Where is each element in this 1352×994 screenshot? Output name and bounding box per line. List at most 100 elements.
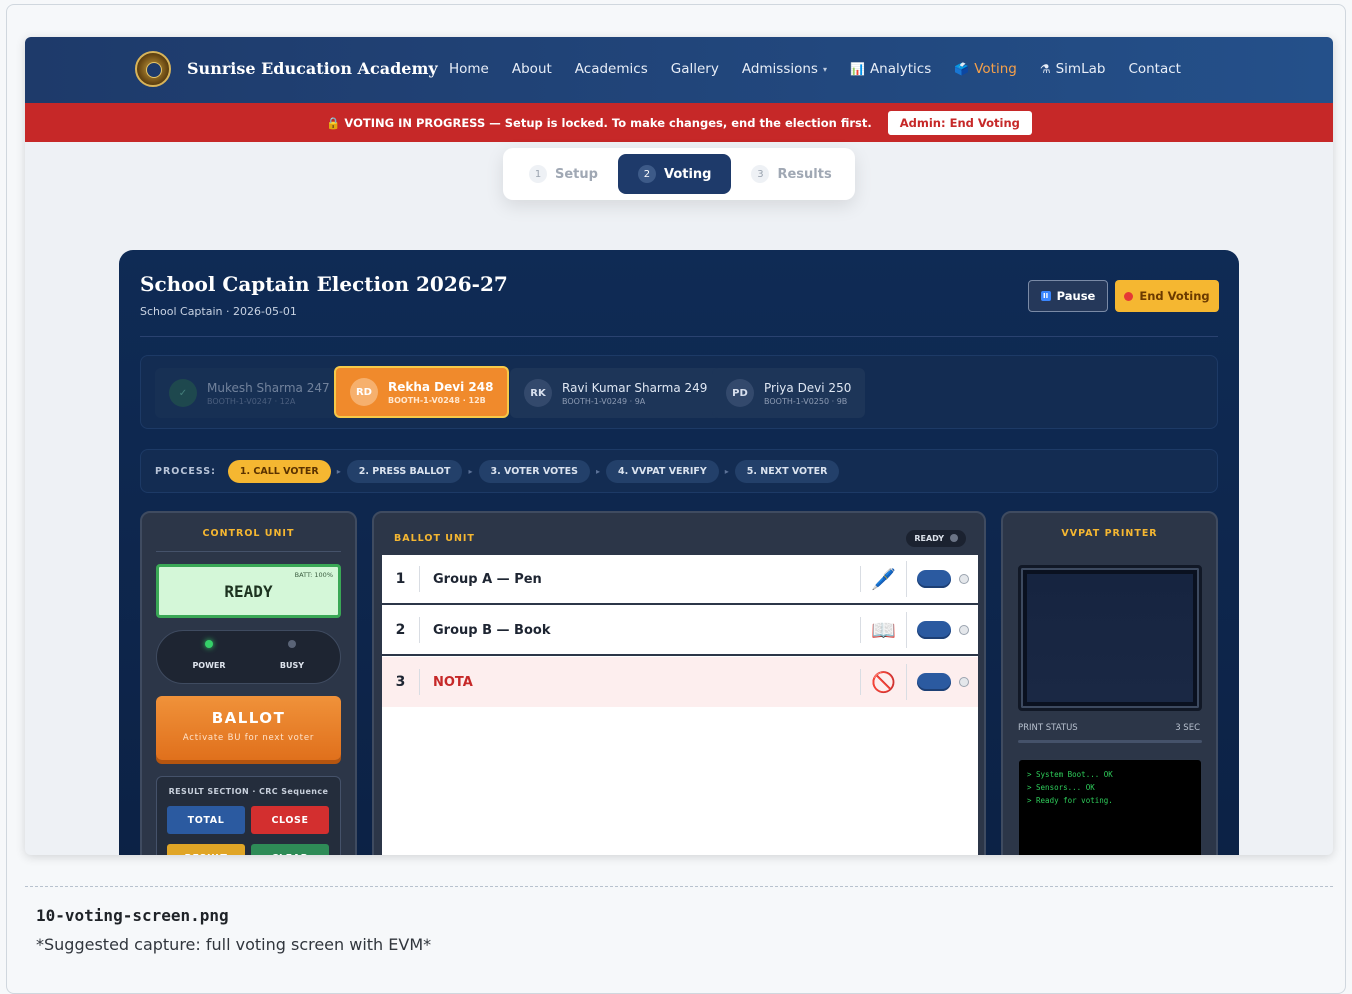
cu-display: BATT: 100% READY (156, 564, 341, 618)
voter-card[interactable]: PD Priya Devi 250 BOOTH-1-V0250 · 9B (712, 368, 866, 418)
close-button[interactable]: CLOSE (251, 806, 329, 834)
print-status-label: PRINT STATUS (1018, 723, 1078, 733)
avatar: RD (350, 378, 378, 406)
voter-card[interactable]: ✓ Mukesh Sharma 247 BOOTH-1-V0247 · 12A (155, 368, 344, 418)
vote-button[interactable] (916, 570, 951, 588)
cu-display-text: READY (224, 582, 273, 601)
ballot-row-nota: 3 NOTA 🚫 (382, 657, 978, 707)
screenshot-frame: Sunrise Education Academy Home About Aca… (25, 37, 1333, 855)
arrow-right-icon: ▸ (724, 466, 729, 476)
ballot-list: 1 Group A — Pen 🖊️ 2 Group B — Book 📖 3 … (382, 555, 978, 855)
voting-in-progress-banner: 🔒 VOTING IN PROGRESS — Setup is locked. … (25, 103, 1333, 142)
banner-message: 🔒 VOTING IN PROGRESS — Setup is locked. … (326, 115, 872, 130)
pen-icon: 🖊️ (860, 566, 906, 592)
bar-chart-icon: 📊 (849, 62, 865, 76)
screenshot-filename: 10-voting-screen.png (36, 906, 229, 925)
vote-button[interactable] (916, 673, 951, 691)
ballot-box-icon: 🗳️ (954, 62, 970, 76)
busy-label: BUSY (279, 661, 305, 670)
nav-academics[interactable]: Academics (575, 61, 648, 77)
nav-simlab[interactable]: ⚗ SimLab (1040, 61, 1106, 77)
divider (140, 336, 1218, 337)
nav-admissions[interactable]: Admissions ▾ (742, 61, 827, 77)
school-logo-icon[interactable] (135, 51, 171, 87)
chevron-down-icon: ▾ (822, 64, 827, 74)
process-step: 1. CALL VOTER (227, 459, 331, 483)
flask-icon: ⚗ (1039, 62, 1051, 76)
vote-led-icon (958, 677, 969, 687)
nav-about[interactable]: About (512, 61, 552, 77)
arrow-right-icon: ▸ (336, 466, 341, 476)
avatar: RK (524, 379, 552, 407)
nav-contact[interactable]: Contact (1128, 61, 1181, 77)
ballot-unit: BALLOT UNIT READY 1 Group A — Pen 🖊️ 2 G… (372, 511, 986, 855)
vvpat-window (1018, 565, 1202, 711)
election-title: School Captain Election 2026-27 (140, 272, 508, 296)
process-step: 2. PRESS BALLOT (346, 459, 463, 483)
ballot-row: 2 Group B — Book 📖 (382, 606, 978, 656)
vote-led-icon (958, 625, 969, 635)
pause-button[interactable]: II Pause (1028, 280, 1108, 312)
total-button[interactable]: TOTAL (167, 806, 245, 834)
process-step: 5. NEXT VOTER (734, 459, 840, 483)
election-stepper: 1 Setup 2 Voting 3 Results (503, 148, 855, 200)
pause-icon: II (1040, 291, 1051, 301)
voter-card-current[interactable]: RD Rekha Devi 248 BOOTH-1-V0248 · 12B (334, 366, 510, 418)
vvpat-printer: VVPAT PRINTER PRINT STATUS 3 SEC > Syste… (1001, 511, 1218, 855)
main-menu: Home About Academics Gallery Admissions ▾… (449, 61, 1204, 77)
nav-gallery[interactable]: Gallery (671, 61, 719, 77)
candidate-name: Group A — Pen (433, 571, 542, 587)
power-led-icon (205, 640, 213, 648)
ballot-unit-title: BALLOT UNIT (394, 532, 475, 544)
election-subtitle: School Captain · 2026-05-01 (140, 305, 297, 318)
battery-level: BATT: 100% (294, 571, 333, 579)
top-navbar: Sunrise Education Academy Home About Aca… (25, 37, 1333, 103)
prohibited-icon: 🚫 (860, 669, 906, 695)
step-voting[interactable]: 2 Voting (617, 154, 732, 194)
end-voting-button[interactable]: End Voting (1115, 280, 1219, 312)
avatar: PD (726, 379, 754, 407)
admin-end-voting-button[interactable]: Admin: End Voting (887, 110, 1032, 135)
ballot-button[interactable]: BALLOT Activate BU for next voter (156, 696, 341, 760)
record-dot-icon (1124, 291, 1134, 301)
status-leds: POWER BUSY (156, 630, 341, 684)
caption-divider (25, 886, 1333, 887)
status-dot-icon (950, 534, 958, 542)
arrow-right-icon: ▸ (595, 466, 600, 476)
process-step: 3. VOTER VOTES (478, 459, 590, 483)
result-section-title: RESULT SECTION · CRC Sequence (168, 787, 329, 796)
vvpat-title: VVPAT PRINTER (1061, 528, 1158, 539)
step-setup[interactable]: 1 Setup (509, 154, 618, 194)
divider (156, 551, 341, 552)
power-label: POWER (192, 661, 226, 670)
ballot-unit-status: READY (906, 529, 966, 547)
result-section: RESULT SECTION · CRC Sequence TOTAL CLOS… (156, 776, 341, 855)
process-label: PROCESS: (155, 465, 216, 477)
nav-home[interactable]: Home (449, 61, 489, 77)
print-timer: 3 SEC (1175, 723, 1200, 733)
book-icon: 📖 (860, 617, 906, 643)
screenshot-caption: *Suggested capture: full voting screen w… (36, 935, 432, 954)
system-log: > System Boot... OK > Sensors... OK > Re… (1018, 759, 1202, 855)
control-unit: CONTROL UNIT BATT: 100% READY POWER BUSY… (140, 511, 357, 855)
candidate-name: Group B — Book (433, 622, 551, 638)
step-results[interactable]: 3 Results (731, 154, 851, 194)
result-button[interactable]: RESULT (167, 844, 245, 855)
voter-queue: ✓ Mukesh Sharma 247 BOOTH-1-V0247 · 12A R… (140, 355, 1218, 429)
clear-button[interactable]: CLEAR (251, 844, 329, 855)
busy-led-icon (288, 640, 296, 648)
arrow-right-icon: ▸ (468, 466, 473, 476)
nav-voting[interactable]: 🗳️ Voting (954, 61, 1017, 77)
candidate-name: NOTA (433, 674, 473, 690)
voting-panel: School Captain Election 2026-27 School C… (119, 250, 1239, 855)
brand-name[interactable]: Sunrise Education Academy (187, 59, 438, 78)
nav-analytics[interactable]: 📊 Analytics (850, 61, 931, 77)
vote-led-icon (958, 574, 969, 584)
voter-card[interactable]: RK Ravi Kumar Sharma 249 BOOTH-1-V0249 · … (510, 368, 722, 418)
ballot-row: 1 Group A — Pen 🖊️ (382, 555, 978, 605)
vote-button[interactable] (916, 621, 951, 639)
print-progress-bar (1018, 740, 1202, 743)
process-step: 4. VVPAT VERIFY (605, 459, 719, 483)
control-unit-title: CONTROL UNIT (202, 528, 295, 539)
process-bar: PROCESS: 1. CALL VOTER ▸ 2. PRESS BALLOT… (140, 449, 1218, 493)
